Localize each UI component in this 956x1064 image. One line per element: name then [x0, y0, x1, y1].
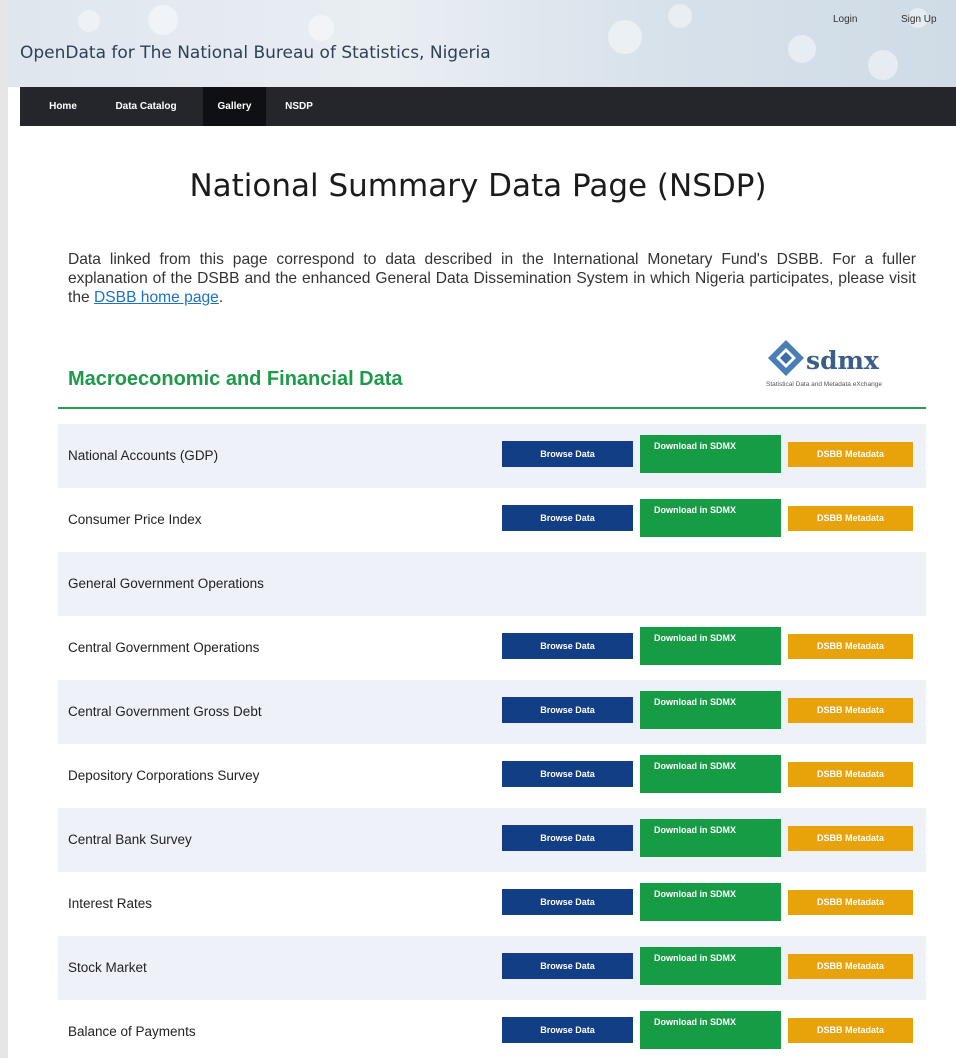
download-sdmx-button[interactable]: Download in SDMX — [640, 883, 781, 921]
intro-end: . — [218, 289, 224, 306]
download-sdmx-button[interactable]: Download in SDMX — [640, 499, 781, 537]
download-sdmx-button[interactable]: Download in SDMX — [640, 755, 781, 793]
download-sdmx-button[interactable]: Download in SDMX — [640, 947, 781, 985]
download-sdmx-button[interactable]: Download in SDMX — [640, 691, 781, 729]
browse-data-button[interactable]: Browse Data — [502, 953, 633, 979]
intro-paragraph: Data linked from this page correspond to… — [68, 250, 916, 307]
browse-data-button[interactable]: Browse Data — [502, 633, 633, 659]
download-sdmx-button[interactable]: Download in SDMX — [640, 627, 781, 665]
browse-data-button[interactable]: Browse Data — [502, 1017, 633, 1043]
table-row: Central Government Gross Debt Browse Dat… — [58, 680, 926, 744]
browse-data-button[interactable]: Browse Data — [502, 441, 633, 467]
dsbb-metadata-button[interactable]: DSBB Metadata — [788, 762, 913, 787]
decor-dot — [308, 15, 334, 41]
signup-link[interactable]: Sign Up — [901, 14, 937, 25]
dsbb-home-link[interactable]: DSBB home page — [94, 289, 219, 306]
table-row: Central Government Operations Browse Dat… — [58, 616, 926, 680]
dsbb-metadata-button[interactable]: DSBB Metadata — [788, 634, 913, 659]
browse-data-button[interactable]: Browse Data — [502, 697, 633, 723]
row-label: General Government Operations — [68, 576, 264, 591]
nav-home[interactable]: Home — [38, 87, 88, 126]
sdmx-logo-subtitle: Statistical Data and Metadata eXchange — [766, 381, 882, 388]
table-row: General Government Operations — [58, 552, 926, 616]
browse-data-button[interactable]: Browse Data — [502, 761, 633, 787]
decor-dot — [78, 10, 100, 32]
section-heading: Macroeconomic and Financial Data — [68, 368, 403, 390]
decor-dot — [788, 35, 816, 63]
sdmx-logo-text: sdmx — [806, 346, 879, 375]
main-nav: Home Data Catalog Gallery NSDP — [20, 87, 956, 126]
site-header: OpenData for The National Bureau of Stat… — [8, 0, 956, 87]
decor-dot — [868, 50, 898, 80]
left-scroll-strip — [0, 0, 8, 1058]
nav-nsdp[interactable]: NSDP — [278, 87, 320, 126]
page-title: National Summary Data Page (NSDP) — [189, 168, 767, 204]
row-label: National Accounts (GDP) — [68, 448, 219, 463]
table-row: Consumer Price Index Browse Data Downloa… — [58, 488, 926, 552]
browse-data-button[interactable]: Browse Data — [502, 505, 633, 531]
dsbb-metadata-button[interactable]: DSBB Metadata — [788, 954, 913, 979]
row-label: Central Government Operations — [68, 640, 260, 655]
browse-data-button[interactable]: Browse Data — [502, 825, 633, 851]
dsbb-metadata-button[interactable]: DSBB Metadata — [788, 1018, 913, 1043]
table-row: Depository Corporations Survey Browse Da… — [58, 744, 926, 808]
section-divider — [58, 407, 926, 409]
decor-dot — [668, 4, 692, 28]
row-label: Balance of Payments — [68, 1024, 196, 1039]
decor-dot — [148, 5, 178, 35]
row-label: Interest Rates — [68, 896, 153, 911]
browse-data-button[interactable]: Browse Data — [502, 889, 633, 915]
data-table: National Accounts (GDP) Browse Data Down… — [58, 424, 926, 1064]
login-link[interactable]: Login — [833, 14, 857, 25]
sdmx-logo: sdmx Statistical Data and Metadata eXcha… — [762, 338, 922, 398]
site-title[interactable]: OpenData for The National Bureau of Stat… — [20, 43, 491, 63]
row-label: Central Bank Survey — [68, 832, 192, 847]
dsbb-metadata-button[interactable]: DSBB Metadata — [788, 826, 913, 851]
sdmx-diamond-icon — [768, 340, 804, 376]
table-row: National Accounts (GDP) Browse Data Down… — [58, 424, 926, 488]
dsbb-metadata-button[interactable]: DSBB Metadata — [788, 442, 913, 467]
decor-dot — [608, 20, 642, 54]
dsbb-metadata-button[interactable]: DSBB Metadata — [788, 890, 913, 915]
row-label: Consumer Price Index — [68, 512, 202, 527]
download-sdmx-button[interactable]: Download in SDMX — [640, 1011, 781, 1049]
row-label: Depository Corporations Survey — [68, 768, 260, 783]
download-sdmx-button[interactable]: Download in SDMX — [640, 435, 781, 473]
nav-gallery[interactable]: Gallery — [203, 87, 266, 126]
table-row: Central Bank Survey Browse Data Download… — [58, 808, 926, 872]
table-row: Balance of Payments Browse Data Download… — [58, 1000, 926, 1064]
table-row: Interest Rates Browse Data Download in S… — [58, 872, 926, 936]
row-label: Stock Market — [68, 960, 147, 975]
download-sdmx-button[interactable]: Download in SDMX — [640, 819, 781, 857]
row-label: Central Government Gross Debt — [68, 704, 262, 719]
table-row: Stock Market Browse Data Download in SDM… — [58, 936, 926, 1000]
dsbb-metadata-button[interactable]: DSBB Metadata — [788, 698, 913, 723]
dsbb-metadata-button[interactable]: DSBB Metadata — [788, 506, 913, 531]
nav-data-catalog[interactable]: Data Catalog — [100, 87, 192, 126]
